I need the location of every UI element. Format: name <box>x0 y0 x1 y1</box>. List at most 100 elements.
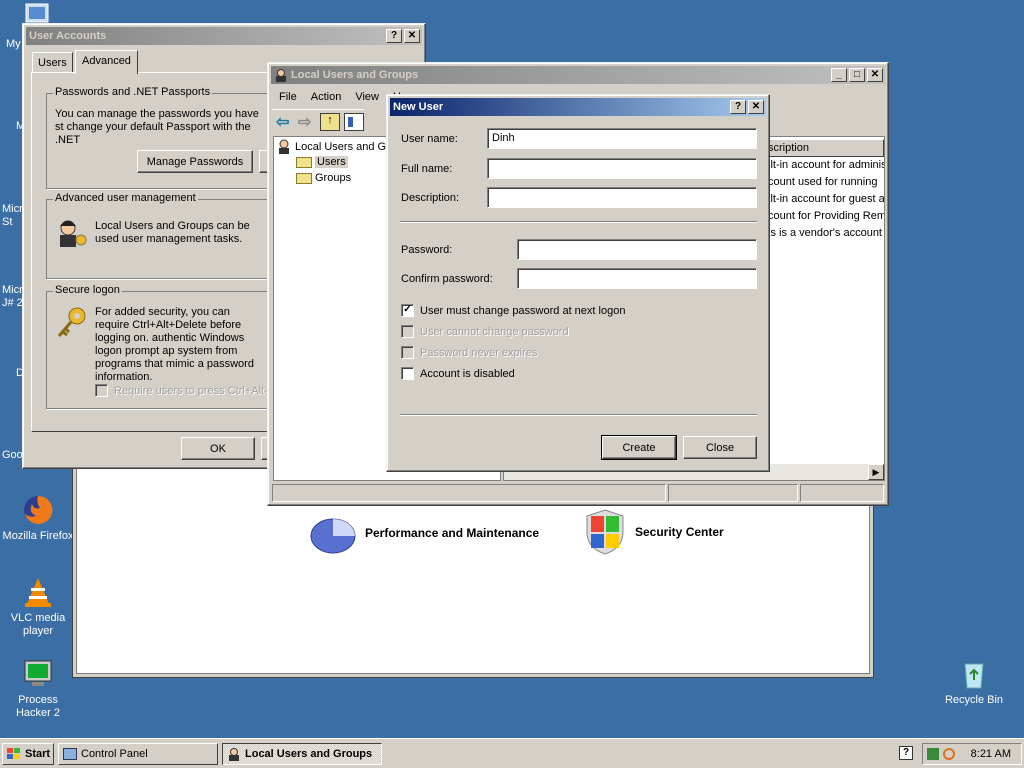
menu-view[interactable]: View <box>355 91 379 103</box>
user-name-field[interactable]: Dinh <box>487 128 757 149</box>
desktop-label-partial-1[interactable]: My <box>6 38 21 50</box>
passports-group-title: Passwords and .NET Passports <box>53 86 213 98</box>
ok-button[interactable]: OK <box>181 437 255 460</box>
new-user-titlebar[interactable]: New User ? ✕ <box>390 98 766 116</box>
system-tray: 8:21 AM <box>922 743 1022 765</box>
status-pane-3 <box>800 484 884 502</box>
performance-icon <box>310 518 356 554</box>
up-folder-icon[interactable]: ↑ <box>320 112 340 131</box>
account-disabled-box <box>401 367 414 380</box>
list-row[interactable]: ilt-in account for guest a <box>768 193 884 205</box>
list-row[interactable]: count used for running <box>768 176 877 188</box>
password-never-expires-label: Password never expires <box>420 346 538 359</box>
manage-passwords-button[interactable]: Manage Passwords <box>137 150 253 173</box>
toolbar: ⇦ ⇨ ↑ <box>272 109 364 133</box>
help-button[interactable]: ? <box>386 29 402 43</box>
tree-root[interactable]: Local Users and Gr <box>276 139 390 155</box>
status-pane-2 <box>668 484 798 502</box>
taskbar: Start Control Panel Local Users and Grou… <box>0 738 1024 768</box>
help-button[interactable]: ? <box>730 100 746 114</box>
desktop-label-partial-3[interactable]: Micro St <box>2 203 29 229</box>
help-tray-icon[interactable]: ? <box>899 746 913 760</box>
category-security[interactable]: Security Center <box>585 508 724 556</box>
password-never-expires-box <box>401 346 414 359</box>
minimize-button[interactable]: _ <box>831 68 847 82</box>
folder-icon <box>296 172 312 184</box>
close-dialog-button[interactable]: Close <box>683 436 757 459</box>
desktop-label-vlc: VLC media player <box>10 612 66 637</box>
tab-users[interactable]: Users <box>32 52 73 72</box>
desktop-label-partial-4[interactable]: Micro J# 2 <box>2 284 29 310</box>
start-button[interactable]: Start <box>2 743 54 765</box>
folder-open-icon <box>296 156 312 168</box>
require-ctrl-alt-del-checkbox[interactable]: Require users to press Ctrl+Alt- <box>95 384 268 397</box>
list-row[interactable]: ilt-in account for adminis <box>768 159 884 171</box>
cannot-change-password-label: User cannot change password <box>420 325 569 338</box>
desktop-icon-firefox[interactable]: Mozilla Firefox <box>0 494 76 543</box>
create-button-label: Create <box>622 441 656 454</box>
require-ctrl-alt-del-box <box>95 384 108 397</box>
user-accounts-titlebar[interactable]: User Accounts ? ✕ <box>26 27 422 45</box>
password-label: Password: <box>401 244 453 256</box>
description-field[interactable] <box>487 187 757 208</box>
close-button[interactable]: ✕ <box>404 29 420 43</box>
desktop-label-firefox: Mozilla Firefox <box>2 530 74 542</box>
task-control-panel-label: Control Panel <box>81 748 148 760</box>
separator <box>400 221 757 223</box>
passports-text: You can manage the passwords you have st… <box>55 108 259 146</box>
desktop-icon-process-hacker[interactable]: Process Hacker 2 <box>0 658 76 720</box>
lusrmgr-titlebar[interactable]: Local Users and Groups _ □ ✕ <box>271 66 885 84</box>
advanced-mgmt-text: Local Users and Groups can be used user … <box>95 220 250 245</box>
clock[interactable]: 8:21 AM <box>971 748 1011 760</box>
desktop-label-recycle-bin: Recycle Bin <box>944 694 1004 706</box>
new-user-title: New User <box>393 101 444 113</box>
desktop-icon-vlc[interactable]: VLC media player <box>0 576 76 638</box>
confirm-password-field[interactable] <box>517 268 757 289</box>
status-pane-1 <box>272 484 666 502</box>
tree-item-users[interactable]: Users <box>296 156 348 168</box>
users-icon <box>276 69 286 82</box>
forward-icon[interactable]: ⇨ <box>298 112 316 132</box>
category-performance[interactable]: Performance and Maintenance <box>309 512 539 554</box>
tree-item-groups-label: Groups <box>315 172 352 184</box>
create-button[interactable]: Create <box>601 435 677 460</box>
user-accounts-title: User Accounts <box>29 30 107 42</box>
back-icon[interactable]: ⇦ <box>276 112 294 132</box>
must-change-password-checkbox[interactable]: ✓ User must change password at next logo… <box>401 304 625 317</box>
password-field[interactable] <box>517 239 757 260</box>
lusrmgr-title: Local Users and Groups <box>291 69 419 81</box>
cannot-change-password-box <box>401 325 414 338</box>
status-bar <box>272 484 884 502</box>
cannot-change-password-checkbox[interactable]: User cannot change password <box>401 325 569 338</box>
desktop-icon-recycle-bin[interactable]: Recycle Bin <box>936 658 1012 707</box>
column-header-description[interactable]: scription <box>764 139 884 157</box>
secure-logon-title: Secure logon <box>53 284 122 296</box>
confirm-password-label: Confirm password: <box>401 273 493 285</box>
menu-file[interactable]: File <box>279 91 297 103</box>
password-never-expires-checkbox[interactable]: Password never expires <box>401 346 537 359</box>
task-control-panel[interactable]: Control Panel <box>58 743 218 765</box>
network-tray-icon[interactable] <box>927 748 939 760</box>
maximize-button[interactable]: □ <box>849 68 865 82</box>
account-disabled-label: Account is disabled <box>420 367 515 380</box>
tree-item-groups[interactable]: Groups <box>296 172 351 184</box>
must-change-password-box: ✓ <box>401 304 414 317</box>
secure-logon-text: For added security, you can require Ctrl… <box>95 306 254 383</box>
process-hacker-icon <box>22 658 54 690</box>
task-local-users[interactable]: Local Users and Groups <box>222 743 382 765</box>
close-button[interactable]: ✕ <box>867 68 883 82</box>
close-button[interactable]: ✕ <box>748 100 764 114</box>
tab-advanced[interactable]: Advanced <box>75 50 138 74</box>
scroll-right-button[interactable]: ▶ <box>868 464 884 480</box>
show-hide-tree-icon[interactable] <box>344 112 364 131</box>
full-name-field[interactable] <box>487 158 757 179</box>
list-row[interactable]: is is a vendor's account <box>768 227 882 239</box>
list-row[interactable]: count for Providing Rem <box>768 210 884 222</box>
close-dialog-button-label: Close <box>705 441 735 454</box>
menu-action[interactable]: Action <box>311 91 342 103</box>
account-disabled-checkbox[interactable]: Account is disabled <box>401 367 515 380</box>
users-icon <box>229 748 239 761</box>
search-tray-icon[interactable] <box>943 748 955 760</box>
desktop-label-partial-6[interactable]: Goo <box>2 449 23 461</box>
control-panel-icon <box>63 748 77 760</box>
